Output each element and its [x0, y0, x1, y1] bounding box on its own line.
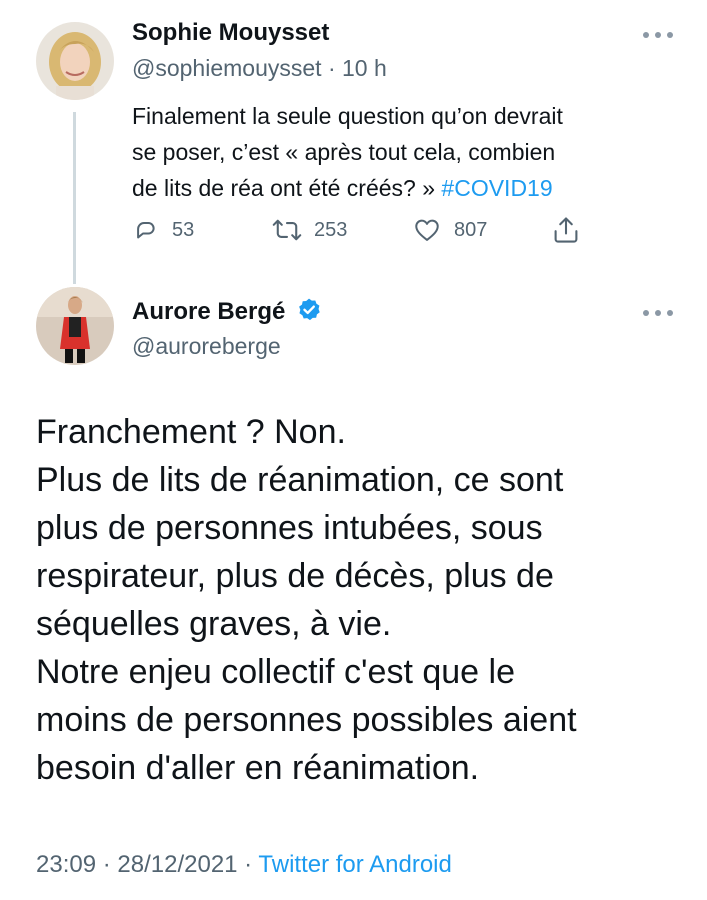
tweet-text-line: besoin d'aller en réanimation. [36, 749, 480, 787]
retweet-button[interactable]: 253 [272, 214, 347, 246]
tweet-text-line: séquelles graves, à vie. [36, 605, 392, 643]
tweet-text-line: plus de personnes intubées, sous [36, 509, 543, 547]
separator: · [96, 851, 118, 878]
tweet-text-line: Franchement ? Non. [36, 413, 346, 451]
author-name[interactable]: Sophie Mouysset [132, 19, 329, 47]
like-button[interactable]: 807 [412, 214, 487, 246]
share-icon [552, 215, 580, 245]
author-name-text[interactable]: Aurore Bergé [132, 298, 285, 325]
tweet-text-line: Plus de lits de réanimation, ce sont [36, 461, 564, 499]
tweet-metadata: 23:09 · 28/12/2021 · Twitter for Android [36, 850, 452, 880]
author-handle[interactable]: @auroreberge [132, 332, 281, 360]
author-name[interactable]: Aurore Bergé [132, 297, 322, 330]
retweet-count: 253 [314, 218, 348, 241]
separator: · [237, 851, 259, 878]
tweet-text-line: Notre enjeu collectif c'est que le [36, 653, 515, 691]
separator: · [327, 55, 336, 81]
tweet-time[interactable]: 10 h [342, 55, 387, 81]
tweet-text-line: de lits de réa ont été créés? » #COVID19 [132, 170, 692, 206]
like-icon [412, 216, 442, 244]
main-tweet-text: Franchement ? Non. Plus de lits de réani… [36, 408, 686, 792]
tweet-text-segment: de lits de réa ont été créés? » [132, 175, 442, 201]
hashtag-link[interactable]: #COVID19 [441, 175, 552, 201]
reply-button[interactable]: 53 [132, 214, 194, 246]
tweet-text-line: moins de personnes possibles aient [36, 701, 577, 739]
reply-tweet-text: Finalement la seule question qu’on devra… [132, 98, 692, 206]
tweet-text-line: se poser, c’est « après tout cela, combi… [132, 139, 556, 165]
verified-badge-icon [296, 297, 322, 330]
more-icon[interactable] [643, 30, 673, 40]
share-button[interactable] [552, 214, 580, 246]
author-handle-and-time[interactable]: @sophiemouysset · 10 h [132, 54, 387, 82]
author-handle[interactable]: @sophiemouysset [132, 55, 322, 81]
reply-count: 53 [172, 218, 195, 241]
avatar-sophie-mouysset[interactable] [36, 22, 114, 100]
more-icon[interactable] [643, 308, 673, 318]
avatar-aurore-berge[interactable] [36, 287, 114, 365]
reply-icon [132, 216, 160, 244]
tweet-source-link[interactable]: Twitter for Android [258, 851, 451, 878]
tweet-date[interactable]: 28/12/2021 [117, 851, 237, 878]
like-count: 807 [454, 218, 488, 241]
retweet-icon [272, 216, 302, 244]
tweet-text-line: respirateur, plus de décès, plus de [36, 557, 554, 595]
thread-connector-line [73, 112, 76, 284]
tweet-text-line: Finalement la seule question qu’on devra… [132, 103, 563, 129]
tweet-time[interactable]: 23:09 [36, 851, 96, 878]
